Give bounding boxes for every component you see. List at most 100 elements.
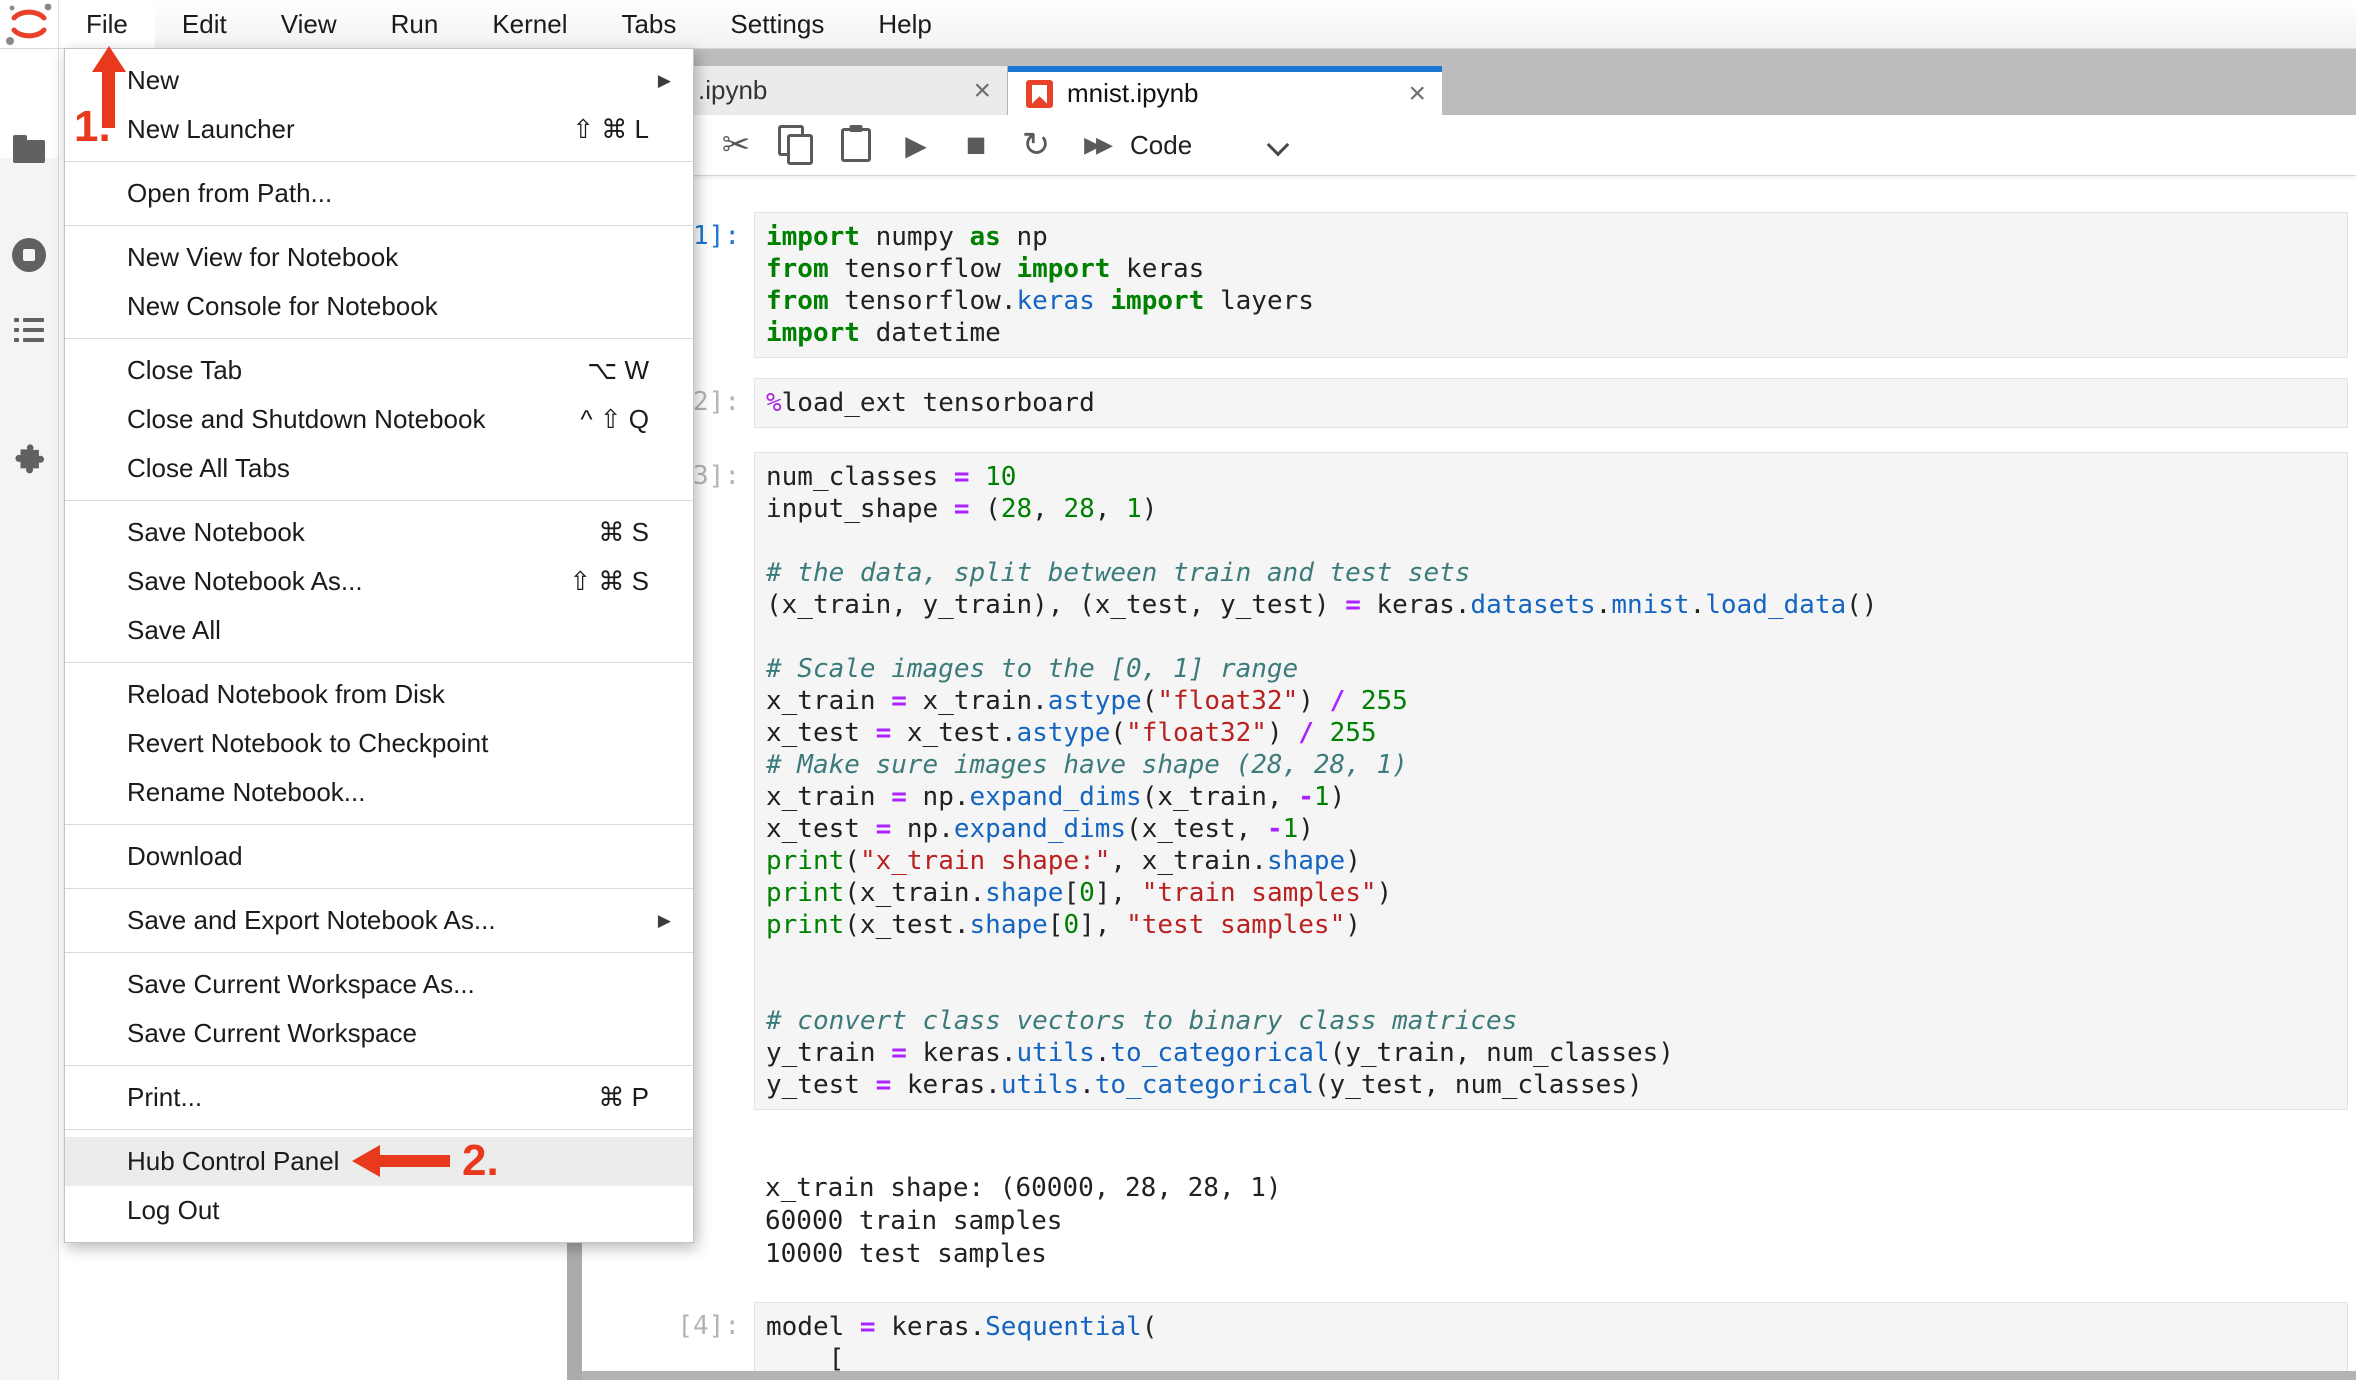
paste-icon bbox=[841, 128, 871, 162]
menubar-item-file[interactable]: File bbox=[59, 0, 155, 48]
menu-item-label: Save Current Workspace bbox=[127, 1018, 417, 1048]
cell-input-prompt: [4]: bbox=[677, 1311, 740, 1341]
menu-item-close-and-shutdown-notebook[interactable]: Close and Shutdown Notebook ^ ⇧ Q bbox=[65, 395, 693, 444]
sidebar-item-table-of-contents[interactable] bbox=[0, 317, 58, 343]
menubar-item-edit[interactable]: Edit bbox=[155, 0, 254, 48]
paste-cells-button[interactable] bbox=[833, 115, 879, 175]
menu-item-label: New View for Notebook bbox=[127, 242, 399, 272]
menu-item-shortcut: ⌘ S bbox=[598, 517, 649, 547]
menubar-item-tabs[interactable]: Tabs bbox=[594, 0, 703, 48]
menu-item-label: Log Out bbox=[127, 1195, 220, 1225]
menu-item-shortcut: ⇧ ⌘ L bbox=[572, 114, 649, 144]
interrupt-kernel-button[interactable]: ■ bbox=[953, 115, 999, 175]
menu-item-new-view-for-notebook[interactable]: New View for Notebook bbox=[65, 233, 693, 282]
sidebar-item-extensions[interactable] bbox=[0, 440, 58, 474]
chevron-down-icon[interactable] bbox=[1266, 133, 1290, 157]
code-cell-1[interactable]: import numpy as np from tensorflow import… bbox=[754, 212, 2348, 358]
code-cell-2[interactable]: %load_ext tensorboard bbox=[754, 378, 2348, 428]
menu-item-open-from-path[interactable]: Open from Path... bbox=[65, 169, 693, 218]
notebook-file-icon bbox=[1026, 79, 1053, 108]
restart-kernel-button[interactable]: ↻ bbox=[1013, 115, 1059, 175]
copy-cells-button[interactable] bbox=[773, 115, 819, 175]
fast-forward-icon: ▶▶ bbox=[1084, 132, 1113, 157]
restart-run-all-button[interactable]: ▶▶ bbox=[1073, 115, 1119, 175]
menu-item-reload-notebook-from-disk[interactable]: Reload Notebook from Disk bbox=[65, 670, 693, 719]
code-cell-4[interactable]: model = keras.Sequential( [ bbox=[754, 1302, 2348, 1380]
menu-item-label: Download bbox=[127, 841, 243, 871]
menubar-item-view[interactable]: View bbox=[254, 0, 364, 48]
menubar: File Edit View Run Kernel Tabs Settings Help bbox=[0, 0, 2356, 49]
step1-arrow-icon bbox=[92, 46, 126, 72]
menu-item-label: New Console for Notebook bbox=[127, 291, 438, 321]
menubar-item-settings[interactable]: Settings bbox=[703, 0, 851, 48]
menu-item-label: Close and Shutdown Notebook bbox=[127, 404, 486, 434]
menu-item-label: Save Notebook As... bbox=[127, 566, 363, 596]
menu-item-label: Save Current Workspace As... bbox=[127, 969, 475, 999]
restart-icon: ↻ bbox=[1021, 126, 1051, 164]
cell-output: x_train shape: (60000, 28, 28, 1) 60000 t… bbox=[765, 1173, 1282, 1269]
menubar-items: File Edit View Run Kernel Tabs Settings Help bbox=[59, 0, 959, 48]
menu-item-label: New bbox=[127, 65, 180, 95]
file-menu: New ▶ New Launcher ⇧ ⌘ L Open from Path... Ne… bbox=[64, 48, 694, 1243]
menu-item-label: Save All bbox=[127, 615, 221, 645]
menu-item-label: Revert Notebook to Checkpoint bbox=[127, 728, 489, 758]
menu-item-label: Close All Tabs bbox=[127, 453, 290, 483]
close-icon[interactable]: × bbox=[1408, 78, 1426, 109]
menu-item-rename-notebook[interactable]: Rename Notebook... bbox=[65, 768, 693, 817]
code-cell-3[interactable]: num_classes = 10 input_shape = (28, 28, 1… bbox=[754, 452, 2348, 1110]
menu-item-label: Save Notebook bbox=[127, 517, 305, 547]
menu-item-new-console-for-notebook[interactable]: New Console for Notebook bbox=[65, 282, 693, 331]
run-cell-button[interactable]: ▶ bbox=[893, 115, 939, 175]
menu-item-label: Reload Notebook from Disk bbox=[127, 679, 445, 709]
menu-item-save-notebook-as[interactable]: Save Notebook As... ⇧ ⌘ S bbox=[65, 557, 693, 606]
tab-label: mnist.ipynb bbox=[1067, 78, 1199, 108]
menu-item-print[interactable]: Print... ⌘ P bbox=[65, 1073, 693, 1122]
menu-item-log-out[interactable]: Log Out bbox=[65, 1186, 693, 1235]
menu-item-shortcut: ^ ⇧ Q bbox=[580, 404, 649, 434]
menu-item-label: Print... bbox=[127, 1082, 203, 1112]
menu-item-save-notebook[interactable]: Save Notebook ⌘ S bbox=[65, 508, 693, 557]
menu-item-close-tab[interactable]: Close Tab ⌥ W bbox=[65, 346, 693, 395]
sidebar-icon-strip bbox=[0, 48, 59, 1380]
step2-arrow-shaft bbox=[378, 1155, 450, 1167]
menubar-item-run[interactable]: Run bbox=[364, 0, 466, 48]
cell-type-select[interactable]: Code bbox=[1130, 115, 1192, 175]
menu-item-label: Hub Control Panel bbox=[127, 1146, 340, 1176]
menu-item-label: New Launcher bbox=[127, 114, 295, 144]
menubar-item-help[interactable]: Help bbox=[851, 0, 958, 48]
menu-item-save-and-export-notebook-as[interactable]: Save and Export Notebook As... ▶ bbox=[65, 896, 693, 945]
menu-item-shortcut: ⇧ ⌘ S bbox=[569, 566, 649, 596]
puzzle-icon bbox=[15, 444, 45, 474]
menu-item-close-all-tabs[interactable]: Close All Tabs bbox=[65, 444, 693, 493]
sidebar-item-file-browser[interactable] bbox=[0, 135, 58, 163]
tab-mnist-notebook[interactable]: mnist.ipynb × bbox=[1008, 66, 1442, 115]
list-icon bbox=[14, 318, 44, 342]
menu-item-save-all[interactable]: Save All bbox=[65, 606, 693, 655]
submenu-arrow-icon: ▶ bbox=[657, 70, 671, 90]
folder-icon bbox=[13, 135, 45, 163]
menubar-item-kernel[interactable]: Kernel bbox=[465, 0, 594, 48]
jupyter-logo[interactable] bbox=[0, 0, 59, 48]
cut-cells-button[interactable]: ✂ bbox=[713, 115, 759, 175]
scissors-icon: ✂ bbox=[721, 126, 751, 164]
menu-item-save-current-workspace-as[interactable]: Save Current Workspace As... bbox=[65, 960, 693, 1009]
menu-item-shortcut: ⌥ W bbox=[587, 355, 649, 385]
menu-item-new-launcher[interactable]: New Launcher ⇧ ⌘ L bbox=[65, 105, 693, 154]
copy-icon bbox=[778, 124, 813, 165]
menu-item-download[interactable]: Download bbox=[65, 832, 693, 881]
menu-item-label: Close Tab bbox=[127, 355, 243, 385]
menu-item-revert-notebook-to-checkpoint[interactable]: Revert Notebook to Checkpoint bbox=[65, 719, 693, 768]
menu-item-save-current-workspace[interactable]: Save Current Workspace bbox=[65, 1009, 693, 1058]
close-icon[interactable]: × bbox=[973, 75, 991, 106]
step2-label: 2. bbox=[462, 1136, 499, 1185]
step1-label: 1. bbox=[74, 102, 111, 151]
dock-tab-bar: .ipynb × mnist.ipynb × bbox=[582, 48, 2356, 115]
stop-icon: ■ bbox=[965, 125, 987, 164]
step2-arrow-icon bbox=[352, 1145, 380, 1177]
sidebar-item-running-kernels[interactable] bbox=[0, 238, 58, 272]
menu-item-label: Save and Export Notebook As... bbox=[127, 905, 496, 935]
dock-bottom-edge bbox=[582, 1371, 2356, 1380]
menu-item-label: Rename Notebook... bbox=[127, 777, 366, 807]
menu-item-new[interactable]: New ▶ bbox=[65, 56, 693, 105]
tab-label: .ipynb bbox=[698, 75, 768, 105]
